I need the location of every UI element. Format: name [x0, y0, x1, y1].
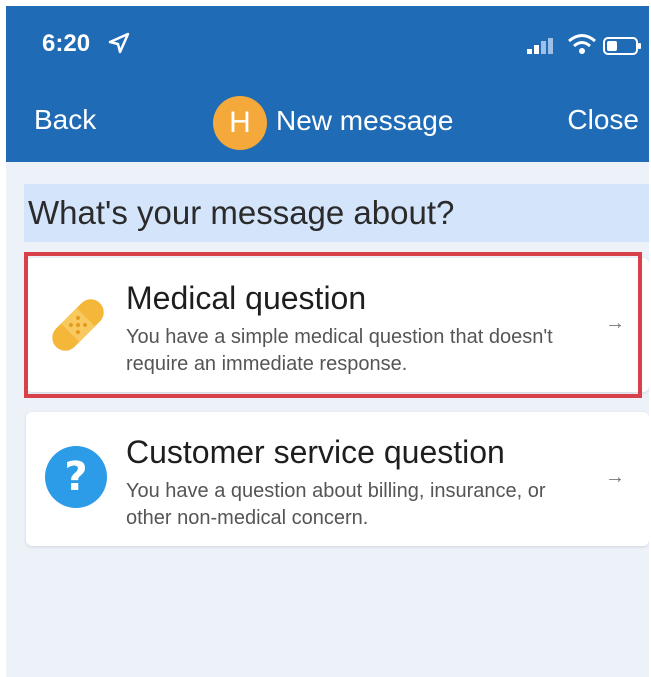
prompt-heading: What's your message about? [24, 184, 649, 242]
svg-text:?: ? [64, 454, 87, 500]
location-arrow-icon [108, 32, 130, 54]
signal-icon [527, 38, 553, 54]
option-title: Medical question [126, 280, 367, 316]
medical-question-option[interactable]: Medical question You have a simple medic… [26, 258, 649, 392]
status-time: 6:20 [42, 30, 91, 57]
bandage-icon [52, 299, 104, 351]
customer-service-option[interactable]: ? Customer service question You have a q… [26, 412, 649, 546]
avatar: H [213, 96, 267, 150]
wifi-icon [568, 34, 596, 54]
option-description: You have a question about billing, insur… [126, 480, 546, 529]
option-title: Customer service question [126, 434, 505, 470]
arrow-right-icon: → [605, 466, 625, 488]
arrow-right-icon: → [605, 312, 625, 334]
back-button[interactable]: Back [34, 104, 96, 136]
page-title: New message [276, 105, 454, 136]
header-bar: 6:20 Back H New message Close [6, 6, 649, 162]
close-button[interactable]: Close [567, 104, 639, 136]
question-circle-icon: ? [45, 446, 107, 508]
app-screen: 6:20 Back H New message Close What's you… [6, 6, 649, 677]
battery-icon [603, 37, 641, 55]
option-description: You have a simple medical question that … [126, 326, 553, 375]
